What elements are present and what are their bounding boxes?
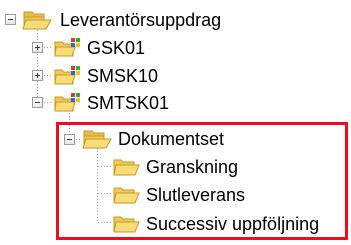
tree-node-label: Slutleverans xyxy=(146,185,246,205)
tree-node-smtsk01[interactable]: SMTSK01 xyxy=(0,90,180,116)
tree-node-label: Leverantörsuppdrag xyxy=(60,10,222,30)
tree-node-label: GSK01 xyxy=(87,38,146,58)
tree-node-successiv-uppfoljning[interactable]: Successiv uppföljning xyxy=(0,210,345,236)
tree-node-granskning[interactable]: Granskning xyxy=(0,153,260,179)
collapse-toggle-leverantorsuppdrag[interactable] xyxy=(5,14,16,25)
tree-node-slutleverans[interactable]: Slutleverans xyxy=(0,181,260,207)
folder-open-icon xyxy=(22,11,52,30)
tree-node-gsk01[interactable]: GSK01 xyxy=(0,35,160,61)
document-tree: Leverantörsuppdrag GSK01 SMSK10 SMTSK01 … xyxy=(0,0,351,245)
expand-toggle-smsk10[interactable] xyxy=(32,70,43,81)
tree-node-smsk10[interactable]: SMSK10 xyxy=(0,63,170,89)
tree-node-label: Granskning xyxy=(146,157,239,177)
tree-node-dokumentset[interactable]: Dokumentset xyxy=(0,125,224,151)
folder-star-icon xyxy=(54,38,80,57)
folder-icon xyxy=(113,187,140,204)
folder-open-icon xyxy=(82,130,112,149)
folder-icon xyxy=(113,216,140,233)
collapse-toggle-dokumentset[interactable] xyxy=(64,134,75,145)
expand-toggle-gsk01[interactable] xyxy=(32,42,43,53)
collapse-toggle-smtsk01[interactable] xyxy=(32,97,43,108)
tree-node-label: Dokumentset xyxy=(118,129,225,149)
folder-star-icon xyxy=(54,66,80,85)
tree-node-leverantorsuppdrag[interactable]: Leverantörsuppdrag xyxy=(0,7,222,33)
tree-node-label: Successiv uppföljning xyxy=(146,214,320,234)
tree-node-label: SMSK10 xyxy=(87,66,159,86)
tree-node-label: SMTSK01 xyxy=(87,93,170,113)
folder-icon xyxy=(113,159,140,176)
folder-star-icon xyxy=(54,93,80,112)
